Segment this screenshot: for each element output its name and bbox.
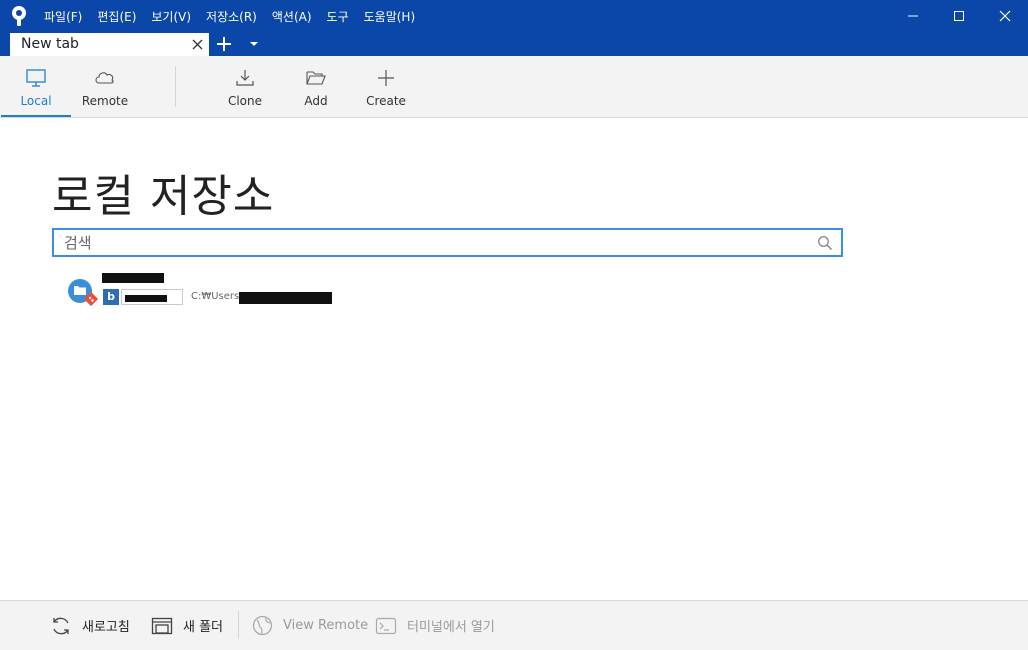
toolbar: Local Remote Clone Add Create <box>0 56 1028 118</box>
menu-help[interactable]: 도움말(H) <box>364 8 416 25</box>
close-window-button[interactable] <box>982 0 1028 32</box>
globe-icon <box>252 615 273 636</box>
cloud-icon <box>95 72 114 84</box>
bottom-action-bar: 새로고침 새 폴더 View Remote 터미널에서 열기 <box>0 600 1028 650</box>
create-button[interactable]: Create <box>351 56 421 117</box>
add-label: Add <box>304 94 328 108</box>
branch-badge <box>121 289 183 305</box>
menu-edit[interactable]: 편집(E) <box>97 8 136 25</box>
refresh-button[interactable]: 새로고침 <box>50 601 130 650</box>
monitor-icon <box>26 69 46 87</box>
add-button[interactable]: Add <box>281 56 351 117</box>
search-box[interactable] <box>52 228 843 257</box>
repository-path-redacted <box>239 292 332 304</box>
search-icon <box>818 236 833 251</box>
create-label: Create <box>366 94 406 108</box>
title-bar: 파일(F) 편집(E) 보기(V) 저장소(R) 액션(A) 도구 도움말(H) <box>0 0 1028 32</box>
menu-bar: 파일(F) 편집(E) 보기(V) 저장소(R) 액션(A) 도구 도움말(H) <box>44 0 430 32</box>
menu-tools[interactable]: 도구 <box>327 8 349 25</box>
new-folder-button[interactable]: 새 폴더 <box>151 601 223 650</box>
tab-bar: New tab <box>0 32 1028 56</box>
close-icon <box>999 10 1011 22</box>
repo-badge: b <box>103 289 119 305</box>
menu-file[interactable]: 파일(F) <box>44 8 82 25</box>
maximize-icon <box>954 11 964 21</box>
minimize-icon <box>908 15 918 17</box>
plus-icon <box>378 70 394 86</box>
sourcetree-logo-icon <box>12 6 26 26</box>
search-input[interactable] <box>64 233 804 252</box>
chevron-down-icon[interactable] <box>249 40 259 48</box>
local-label: Local <box>20 94 52 108</box>
clone-button[interactable]: Clone <box>210 56 280 117</box>
remote-button[interactable]: Remote <box>70 56 140 117</box>
folder-open-icon <box>306 71 326 85</box>
toolbar-separator <box>175 66 176 107</box>
tab-label: New tab <box>21 36 79 52</box>
new-folder-icon <box>151 617 173 634</box>
clone-label: Clone <box>227 94 263 108</box>
view-remote-button[interactable]: View Remote <box>252 601 368 650</box>
refresh-icon <box>53 617 69 634</box>
new-folder-label: 새 폴더 <box>183 620 224 635</box>
maximize-button[interactable] <box>936 0 982 32</box>
add-tab-icon[interactable] <box>216 36 232 52</box>
active-tab-indicator <box>1 115 71 117</box>
menu-repository[interactable]: 저장소(R) <box>206 8 257 25</box>
view-remote-label: View Remote <box>283 618 369 633</box>
tab-new-tab[interactable]: New tab <box>10 33 209 56</box>
open-in-terminal-label: 터미널에서 열기 <box>407 620 495 635</box>
tab-close-icon[interactable] <box>191 38 204 51</box>
remote-label: Remote <box>81 94 129 108</box>
local-button[interactable]: Local <box>1 56 71 117</box>
refresh-label: 새로고침 <box>82 620 130 635</box>
minimize-button[interactable] <box>890 0 936 32</box>
terminal-icon <box>375 617 397 634</box>
page-title: 로컬 저장소 <box>52 171 275 222</box>
menu-view[interactable]: 보기(V) <box>151 8 191 25</box>
branch-name-redacted <box>125 295 167 302</box>
menu-actions[interactable]: 액션(A) <box>272 8 312 25</box>
repository-list-item[interactable]: b C:₩Users₩ <box>66 272 366 310</box>
statusbar-separator <box>238 611 239 639</box>
git-repository-icon <box>68 279 99 307</box>
repository-name-redacted <box>102 273 164 283</box>
download-icon <box>236 70 254 86</box>
open-in-terminal-button[interactable]: 터미널에서 열기 <box>375 601 495 650</box>
